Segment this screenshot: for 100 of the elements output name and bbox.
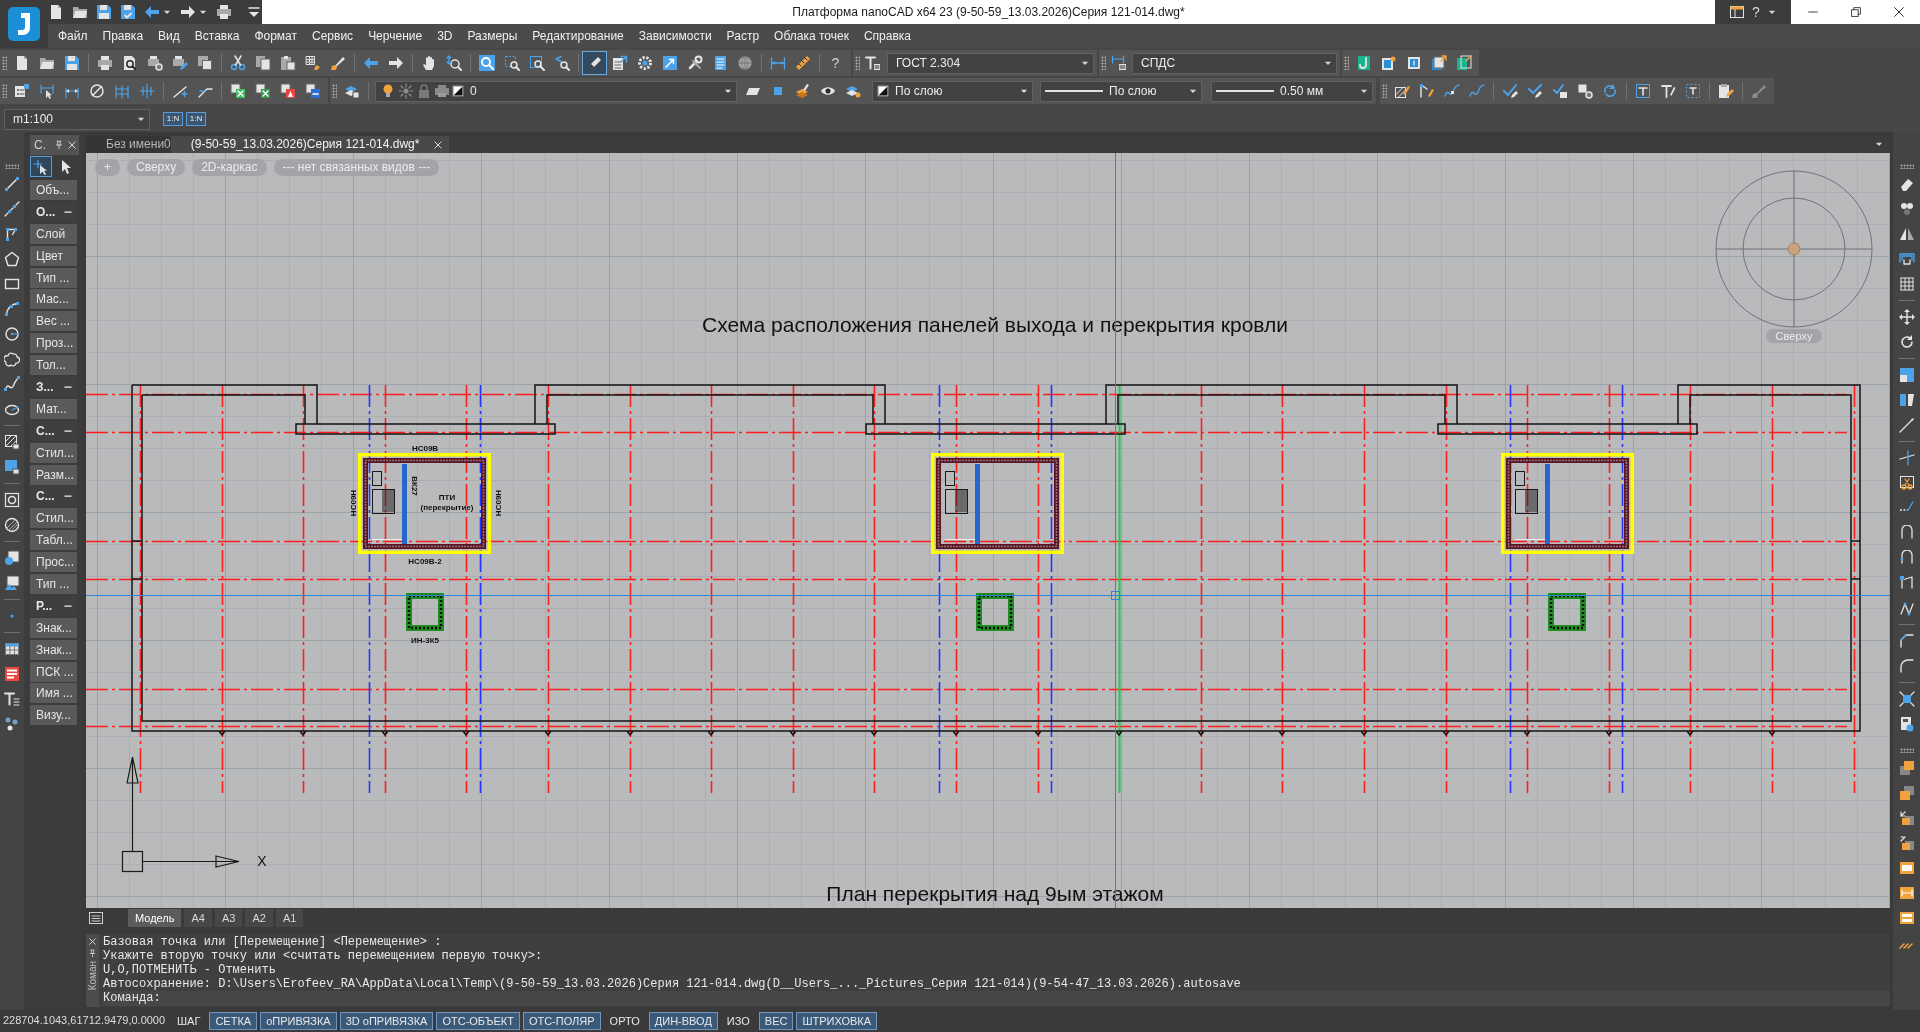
toolbar-grip[interactable] xyxy=(1382,84,1387,98)
pin-icon[interactable] xyxy=(54,140,64,150)
document-tab[interactable]: (9-50-59_13.03.2026)Серия 121-014.dwg* xyxy=(170,136,450,153)
text-style-dropdown[interactable]: ГОСТ 2.304 xyxy=(887,52,1094,74)
text-bracket-icon[interactable] xyxy=(1684,83,1701,99)
polyline-icon[interactable] xyxy=(4,225,20,242)
linetype-dropdown[interactable]: По слою xyxy=(1040,80,1202,102)
status-toggle[interactable]: ОТС-ПОЛЯР xyxy=(522,1012,601,1030)
status-toggle[interactable]: 3D оПРИВЯЗКА xyxy=(339,1012,434,1030)
pentagon-icon[interactable] xyxy=(4,250,20,267)
close-icon[interactable] xyxy=(67,140,77,150)
sheet-person-icon[interactable] xyxy=(1380,55,1397,71)
menu-item[interactable]: Файл xyxy=(50,24,95,48)
move-icon[interactable] xyxy=(1898,308,1915,325)
layout-tab[interactable]: A2 xyxy=(245,909,273,927)
select-tool[interactable] xyxy=(30,156,52,177)
dimension-style-icon[interactable] xyxy=(1111,55,1127,71)
toolbar-grip[interactable] xyxy=(5,164,19,169)
color-dropdown[interactable]: По слою xyxy=(872,80,1033,102)
wipeout-icon[interactable] xyxy=(4,516,20,533)
line-icon[interactable] xyxy=(4,175,20,192)
document-icon[interactable] xyxy=(48,4,64,20)
stack-up-icon[interactable] xyxy=(1898,759,1915,776)
annotation-scale-dropdown[interactable]: m1:100 xyxy=(4,108,150,130)
sheet-hook-icon[interactable] xyxy=(1355,55,1372,71)
insert-block-icon[interactable] xyxy=(4,549,20,566)
array-icon[interactable] xyxy=(1898,275,1915,292)
status-toggle[interactable]: ОРТО xyxy=(603,1012,646,1030)
sheet-frame-icon[interactable] xyxy=(1405,55,1422,71)
chamfer-icon[interactable] xyxy=(1898,632,1915,649)
scale-button[interactable]: 1:N xyxy=(163,112,183,126)
sheets-check-icon[interactable] xyxy=(1455,55,1472,71)
menu-item[interactable]: Справка xyxy=(856,24,919,48)
table-cross-icon[interactable] xyxy=(254,83,271,99)
menu-item[interactable]: Правка xyxy=(95,24,151,48)
rotate-icon[interactable] xyxy=(1898,333,1915,350)
property-name[interactable]: Слой xyxy=(30,223,77,244)
property-name[interactable]: Тип ... xyxy=(30,574,77,595)
menu-item[interactable]: Зависимости xyxy=(631,24,720,48)
property-name[interactable]: Визу... xyxy=(30,705,77,726)
property-name[interactable]: Стил... xyxy=(30,508,77,529)
menu-item[interactable]: Черчение xyxy=(360,24,430,48)
fillet-icon[interactable] xyxy=(1898,657,1915,674)
table-mark-icon[interactable] xyxy=(279,83,296,99)
lengthen-icon[interactable] xyxy=(1898,416,1915,433)
property-name[interactable]: Объ... xyxy=(30,180,77,200)
circle-icon[interactable] xyxy=(4,325,20,342)
toolbar-grip[interactable] xyxy=(1344,56,1349,70)
property-name[interactable]: Проз... xyxy=(30,333,77,354)
status-toggle[interactable]: ДИН-ВВОД xyxy=(648,1012,718,1030)
break-icon[interactable] xyxy=(1898,524,1915,541)
pin-icon[interactable] xyxy=(88,949,97,958)
property-name[interactable]: ПСК ... xyxy=(30,661,77,682)
label-stack-icon[interactable] xyxy=(1898,909,1915,926)
multiline-text-icon[interactable] xyxy=(4,690,20,707)
menu-item[interactable]: Облака точек xyxy=(766,24,857,48)
text-frame-icon[interactable] xyxy=(1634,83,1651,99)
hatch-pencil-icon[interactable] xyxy=(1393,83,1410,99)
document-tab[interactable]: Без имени0 xyxy=(86,136,171,153)
menu-item[interactable]: Сервис xyxy=(304,24,361,48)
property-name[interactable]: Знак... xyxy=(30,617,77,638)
arc-icon[interactable] xyxy=(4,300,20,317)
break-point-icon[interactable] xyxy=(1898,549,1915,566)
layout-tab[interactable]: Модель xyxy=(128,909,182,927)
toolbar-grip[interactable] xyxy=(2,56,7,70)
copy-objects-icon[interactable] xyxy=(1898,200,1915,217)
menu-item[interactable]: 3D xyxy=(429,24,460,48)
property-name[interactable]: Имя ... xyxy=(30,683,77,704)
stack-down-icon[interactable] xyxy=(1898,784,1915,801)
text-block-icon[interactable] xyxy=(4,665,20,682)
table-cross-icon[interactable] xyxy=(229,83,246,99)
scale-icon[interactable] xyxy=(1898,366,1915,383)
check-pencil-icon[interactable] xyxy=(1526,83,1543,99)
spline-icon[interactable] xyxy=(4,375,20,392)
toolbar-button[interactable] xyxy=(582,51,607,75)
property-name[interactable]: Стил... xyxy=(30,442,77,463)
leader-plus-icon[interactable] xyxy=(171,83,188,99)
layer-dropdown[interactable]: 0 xyxy=(375,80,737,102)
layout-tab[interactable]: A1 xyxy=(275,909,304,927)
text-style-icon[interactable] xyxy=(865,55,881,71)
scale-button[interactable]: 1:N xyxy=(186,112,206,126)
property-name[interactable]: Табл... xyxy=(30,530,77,551)
status-toggle[interactable]: ВЕС xyxy=(758,1012,794,1030)
status-toggle[interactable]: СЕТКА xyxy=(209,1012,258,1030)
scissors-frame-icon[interactable] xyxy=(1898,474,1915,491)
hatch-icon[interactable] xyxy=(4,433,20,450)
property-name[interactable]: Разм... xyxy=(30,464,77,485)
close-icon[interactable] xyxy=(1891,5,1906,19)
menu-item[interactable]: Размеры xyxy=(460,24,525,48)
menu-item[interactable]: Растр xyxy=(719,24,767,48)
close-icon[interactable] xyxy=(88,937,97,946)
close-icon[interactable] xyxy=(433,139,444,150)
property-name[interactable]: Прос... xyxy=(30,552,77,573)
property-name[interactable]: Вес ... xyxy=(30,311,77,332)
polyline-pencil-icon[interactable] xyxy=(1418,83,1435,99)
menu-item[interactable]: Вид xyxy=(150,24,188,48)
status-toggle[interactable]: ШАГ xyxy=(171,1012,207,1030)
spline-nodes-icon[interactable] xyxy=(1443,83,1460,99)
layout-tab[interactable]: A4 xyxy=(184,909,212,927)
explode-icon[interactable] xyxy=(1898,690,1915,707)
